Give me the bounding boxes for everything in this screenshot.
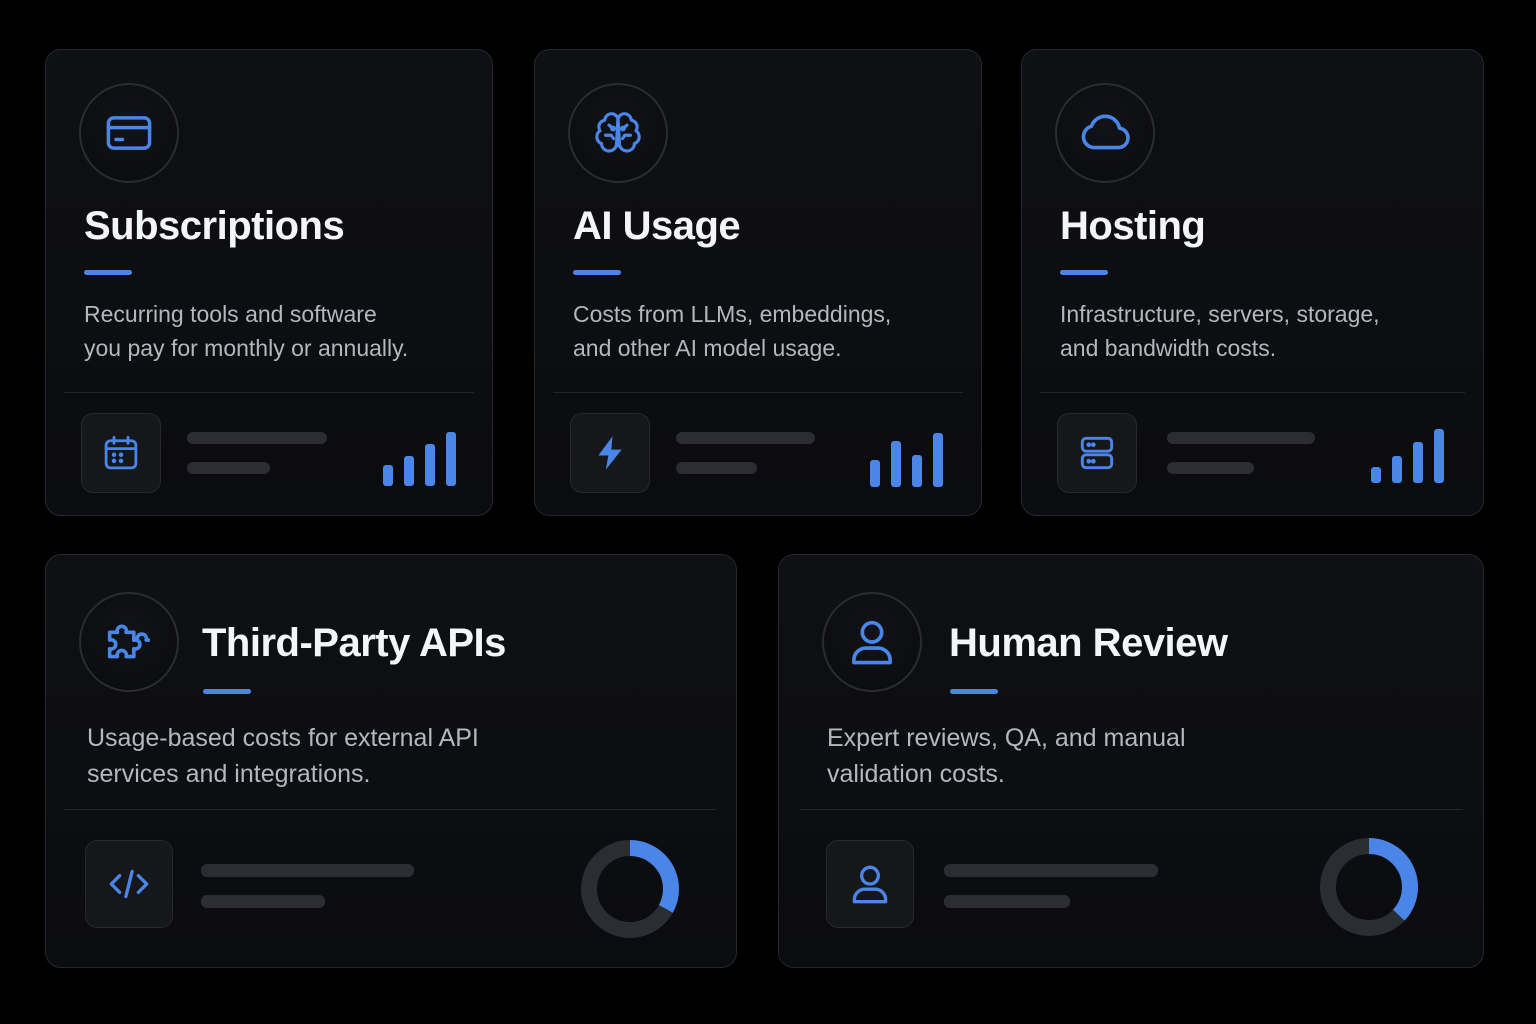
lightning-icon — [590, 433, 630, 473]
card-description: Costs from LLMs, embeddings, and other A… — [573, 297, 891, 365]
card-title: Third-Party APIs — [202, 621, 506, 665]
placeholder-line — [676, 432, 815, 444]
card-title: Subscriptions — [84, 204, 345, 248]
card-ai-usage[interactable]: AI Usage Costs from LLMs, embeddings, an… — [534, 49, 982, 516]
card-third-party-apis[interactable]: Third-Party APIs Usage-based costs for e… — [45, 554, 737, 968]
placeholder-line — [1167, 462, 1254, 474]
accent-underline — [573, 270, 621, 275]
description-line: Usage-based costs for external API — [87, 724, 479, 752]
card-description: Recurring tools and software you pay for… — [84, 297, 408, 365]
cost-categories-canvas: Subscriptions Recurring tools and softwa… — [0, 0, 1536, 1024]
indicator-bar — [404, 456, 414, 486]
placeholder-line — [187, 432, 327, 444]
indicator-bar — [383, 465, 393, 486]
accent-underline — [950, 689, 998, 694]
description-line: and other AI model usage. — [573, 335, 842, 361]
description-line: and bandwidth costs. — [1060, 335, 1277, 361]
indicator-bar — [912, 455, 922, 487]
card-title: Human Review — [949, 621, 1228, 665]
placeholder-line — [1167, 432, 1315, 444]
card-title: AI Usage — [573, 204, 741, 248]
user-icon — [822, 592, 922, 692]
footer-icon-box — [85, 840, 173, 928]
divider — [64, 392, 474, 393]
cloud-icon — [1055, 83, 1155, 183]
code-icon — [104, 859, 154, 909]
indicator-bar — [1434, 429, 1444, 483]
indicator-bar — [446, 432, 456, 486]
indicator-bar — [933, 433, 943, 487]
bar-chart-indicator — [870, 427, 960, 487]
accent-underline — [84, 270, 132, 275]
card-human-review[interactable]: Human Review Expert reviews, QA, and man… — [778, 554, 1484, 968]
card-description: Usage-based costs for external API servi… — [87, 720, 479, 792]
description-line: Recurring tools and software — [84, 301, 377, 327]
footer-icon-box — [81, 413, 161, 493]
calendar-icon — [100, 432, 142, 474]
description-line: validation costs. — [827, 760, 1005, 788]
card-hosting[interactable]: Hosting Infrastructure, servers, storage… — [1021, 49, 1484, 516]
footer-icon-box — [570, 413, 650, 493]
placeholder-line — [187, 462, 270, 474]
description-line: Expert reviews, QA, and manual — [827, 724, 1186, 752]
credit-card-icon — [79, 83, 179, 183]
indicator-bar — [1392, 456, 1402, 483]
user-icon — [845, 859, 895, 909]
bar-chart-indicator — [383, 426, 473, 486]
placeholder-line — [944, 864, 1158, 877]
card-description: Infrastructure, servers, storage, and ba… — [1060, 297, 1380, 365]
bar-chart-indicator — [1371, 423, 1461, 483]
brain-icon — [568, 83, 668, 183]
card-description: Expert reviews, QA, and manual validatio… — [827, 720, 1186, 792]
indicator-bar — [1371, 467, 1381, 483]
donut-indicator — [578, 837, 682, 941]
footer-icon-box — [826, 840, 914, 928]
description-line: you pay for monthly or annually. — [84, 335, 409, 361]
divider — [553, 392, 963, 393]
card-title: Hosting — [1060, 204, 1206, 248]
indicator-bar — [1413, 442, 1423, 483]
indicator-bar — [891, 441, 901, 487]
divider — [800, 809, 1463, 810]
indicator-bar — [870, 460, 880, 487]
donut-chart — [581, 840, 679, 938]
accent-underline — [203, 689, 251, 694]
description-line: Infrastructure, servers, storage, — [1060, 301, 1380, 327]
server-icon — [1075, 431, 1119, 475]
donut-chart — [1320, 838, 1418, 936]
description-line: services and integrations. — [87, 760, 371, 788]
placeholder-line — [676, 462, 757, 474]
placeholder-line — [201, 895, 325, 908]
accent-underline — [1060, 270, 1108, 275]
description-line: Costs from LLMs, embeddings, — [573, 301, 892, 327]
indicator-bar — [425, 444, 435, 486]
divider — [1040, 392, 1465, 393]
placeholder-line — [944, 895, 1070, 908]
divider — [64, 809, 716, 810]
card-subscriptions[interactable]: Subscriptions Recurring tools and softwa… — [45, 49, 493, 516]
footer-icon-box — [1057, 413, 1137, 493]
donut-indicator — [1317, 835, 1421, 939]
puzzle-icon — [79, 592, 179, 692]
placeholder-line — [201, 864, 414, 877]
